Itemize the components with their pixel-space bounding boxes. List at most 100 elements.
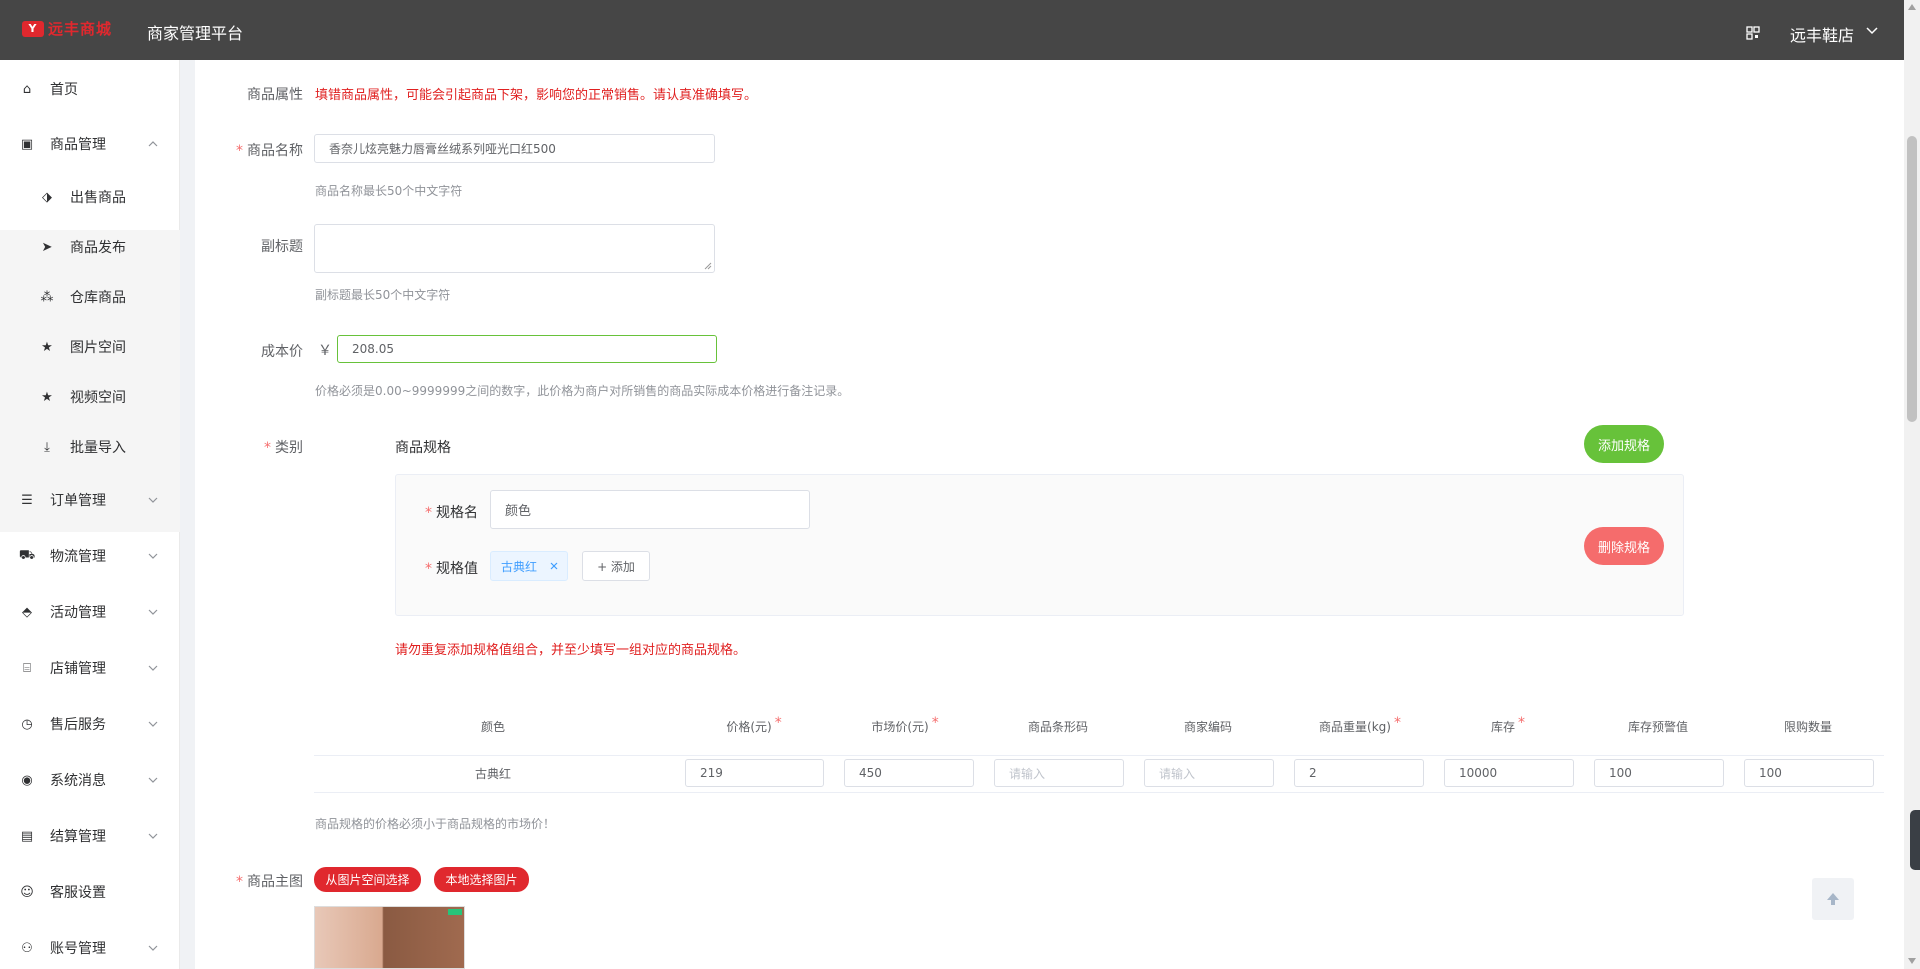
price-input[interactable]: 219 — [685, 759, 824, 787]
spec-value-tag: 古典红 — [490, 551, 568, 581]
content-gutter — [180, 60, 195, 969]
service-icon: ◷ — [21, 716, 33, 732]
close-icon[interactable] — [549, 561, 559, 571]
message-icon: ◉ — [21, 772, 33, 788]
currency-symbol: ￥ — [318, 343, 332, 359]
th-barcode: 商品条形码 — [1027, 720, 1088, 734]
submenu-item-4[interactable]: ★ 视频空间 — [0, 372, 180, 422]
logo-text: 远丰商城 — [48, 20, 113, 38]
sidebar-item-3[interactable]: ⛟ 物流管理 — [0, 533, 180, 579]
submenu-item-2[interactable]: ⁂ 仓库商品 — [0, 272, 180, 322]
th-stock: 库存 * — [1490, 715, 1525, 734]
scroll-down-icon[interactable] — [1908, 958, 1916, 964]
submenu-item-label: 视频空间 — [70, 390, 126, 406]
stock-input[interactable]: 10000 — [1444, 759, 1574, 787]
cost-hint: 价格必须是0.00~9999999之间的数字，此价格为商户对所销售的商品实际成本… — [315, 384, 850, 398]
sidebar-item-label: 结算管理 — [50, 829, 106, 845]
chevron-down-icon — [148, 497, 158, 503]
account-icon: ⚇ — [21, 940, 33, 956]
name-hint: 商品名称最长50个中文字符 — [315, 184, 463, 198]
spec-title: 商品规格 — [395, 440, 451, 456]
submenu-item-label: 图片空间 — [70, 340, 126, 356]
sidebar-item-6[interactable]: ◷ 售后服务 — [0, 701, 180, 747]
pick-from-space-button[interactable]: 从图片空间选择 — [314, 867, 421, 892]
sidebar-item-9[interactable]: ☺ 客服设置 — [0, 869, 180, 915]
submenu-item-1[interactable]: ➤ 商品发布 — [0, 222, 180, 272]
qr-code-icon[interactable] — [1746, 26, 1760, 40]
sidebar-item-label: 首页 — [50, 82, 78, 98]
chevron-down-icon — [148, 553, 158, 559]
submenu-item-5[interactable]: ⤓ 批量导入 — [0, 422, 180, 472]
delete-spec-button[interactable]: 删除规格 — [1584, 527, 1664, 565]
sidebar-item-2[interactable]: ☰ 订单管理 — [0, 477, 180, 523]
scroll-up-icon[interactable] — [1908, 4, 1916, 10]
spec-name-input[interactable]: 颜色 — [490, 490, 810, 529]
store-icon: ⌸ — [23, 660, 31, 676]
sidebar-item-label: 活动管理 — [50, 605, 106, 621]
arrow-up-icon — [1827, 893, 1839, 905]
th-color: 颜色 — [480, 720, 505, 734]
subtitle-label: 副标题 — [261, 239, 303, 255]
sidebar-item-label: 系统消息 — [50, 773, 106, 789]
subtitle-hint: 副标题最长50个中文字符 — [315, 288, 451, 302]
purchase-limit-input[interactable]: 100 — [1744, 759, 1874, 787]
shop-name-dropdown[interactable]: 远丰鞋店 — [1790, 22, 1854, 46]
spec-name-label: 规格名 — [368, 502, 478, 522]
name-label: 商品名称 — [193, 140, 303, 160]
market-price-input[interactable]: 450 — [844, 759, 974, 787]
add-spec-value-button[interactable]: + 添加 — [582, 551, 650, 581]
sidebar-item-5[interactable]: ⌸ 店铺管理 — [0, 645, 180, 691]
scrollbar-thumb[interactable] — [1907, 136, 1917, 422]
send-icon: ➤ — [41, 239, 53, 255]
sidebar-item-8[interactable]: ▤ 结算管理 — [0, 813, 180, 859]
sidebar-item-7[interactable]: ◉ 系统消息 — [0, 757, 180, 803]
sidebar-item-1[interactable]: ▣ 商品管理 — [0, 121, 180, 167]
subtitle-textarea[interactable] — [314, 224, 715, 273]
sidebar-item-label: 订单管理 — [50, 493, 106, 509]
sidebar-item-label: 物流管理 — [50, 549, 106, 565]
th-merchant-code: 商家编码 — [1183, 720, 1232, 734]
chevron-down-icon — [148, 833, 158, 839]
spec-table-hint: 商品规格的价格必须小于商品规格的市场价！ — [315, 817, 556, 831]
merchant-code-input[interactable]: 请输入 — [1144, 759, 1274, 787]
pick-local-button[interactable]: 本地选择图片 — [434, 867, 529, 892]
attr-warning: 填错商品属性，可能会引起商品下架，影响您的正常销售。请认真准确填写。 — [315, 88, 758, 103]
barcode-input[interactable]: 请输入 — [994, 759, 1124, 787]
submenu-item-0[interactable]: ⬗ 出售商品 — [0, 172, 180, 222]
chevron-down-icon — [148, 945, 158, 951]
chevron-down-icon — [148, 609, 158, 615]
side-panel-tab[interactable] — [1910, 810, 1920, 870]
logo[interactable]: Y 远丰商城 — [22, 18, 112, 39]
image-badge — [448, 909, 462, 915]
star-icon: ★ — [41, 339, 53, 355]
add-spec-button[interactable]: 添加规格 — [1584, 425, 1664, 463]
spec-value-label: 规格值 — [368, 558, 478, 578]
sidebar-item-0[interactable]: ⌂ 首页 — [0, 66, 180, 112]
attr-label: 商品属性 — [247, 87, 303, 103]
product-name-input[interactable]: 香奈儿炫亮魅力唇膏丝绒系列哑光口红500 — [314, 134, 715, 163]
goods-icon: ▣ — [20, 136, 34, 152]
logo-mark-icon: Y — [22, 20, 44, 37]
import-icon: ⤓ — [44, 439, 50, 455]
submenu-item-label: 批量导入 — [70, 440, 126, 456]
stock-warning-input[interactable]: 100 — [1594, 759, 1724, 787]
cost-price-input[interactable]: 208.05 — [337, 335, 717, 363]
warehouse-icon: ⁂ — [40, 289, 54, 305]
tag-icon: ⬘ — [22, 604, 32, 620]
submenu-item-label: 商品发布 — [70, 240, 126, 256]
resize-grip-icon[interactable] — [704, 262, 712, 270]
chevron-down-icon — [148, 721, 158, 727]
submenu-item-3[interactable]: ★ 图片空间 — [0, 322, 180, 372]
chevron-down-icon[interactable] — [1866, 26, 1878, 36]
sidebar-item-4[interactable]: ⬘ 活动管理 — [0, 589, 180, 635]
table-divider — [314, 792, 1884, 793]
main-image-thumbnail[interactable] — [314, 906, 465, 969]
th-stock-warning: 库存预警值 — [1627, 720, 1688, 734]
customer-service-icon: ☺ — [20, 884, 34, 900]
sidebar-item-10[interactable]: ⚇ 账号管理 — [0, 925, 180, 969]
chevron-up-icon — [148, 141, 158, 147]
category-label: 类别 — [193, 437, 303, 457]
chevron-down-icon — [148, 665, 158, 671]
weight-input[interactable]: 2 — [1294, 759, 1424, 787]
back-to-top-button[interactable] — [1812, 878, 1854, 920]
